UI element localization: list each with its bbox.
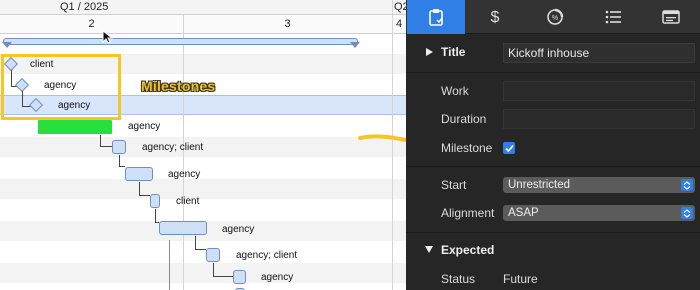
start-select[interactable]: Unrestricted bbox=[503, 177, 695, 193]
dependency-connector bbox=[119, 155, 125, 167]
stepper-icon bbox=[681, 179, 693, 191]
milestone-label: Milestone bbox=[441, 141, 493, 155]
quarter-header-next: Q2 bbox=[392, 0, 406, 15]
gantt-row[interactable] bbox=[0, 158, 406, 178]
list-icon bbox=[605, 10, 621, 24]
duration-label: Duration bbox=[441, 112, 487, 126]
task-bar[interactable] bbox=[233, 270, 246, 284]
status-label: Status bbox=[441, 272, 476, 286]
column-header-2: 2 bbox=[0, 15, 183, 34]
column-label: 3 bbox=[284, 18, 291, 30]
alignment-select-value: ASAP bbox=[508, 207, 539, 219]
task-label: agency bbox=[168, 169, 201, 180]
progress-icon: % bbox=[547, 8, 564, 25]
work-field[interactable] bbox=[503, 81, 695, 101]
alignment-label: Alignment bbox=[441, 206, 495, 220]
divider bbox=[406, 232, 700, 233]
note-icon bbox=[662, 10, 680, 24]
dependency-connector bbox=[139, 182, 150, 196]
column-label: 2 bbox=[88, 18, 95, 30]
task-bar[interactable] bbox=[112, 140, 126, 154]
gantt-chart[interactable]: Q1 / 2025 Q2 2 3 4 client agency agency … bbox=[0, 0, 406, 290]
task-label: agency; client bbox=[142, 142, 204, 153]
svg-text:$: $ bbox=[491, 9, 500, 26]
dependency-connector bbox=[195, 236, 206, 250]
dollar-icon: $ bbox=[491, 9, 500, 26]
divider bbox=[406, 166, 700, 167]
dependency-connector bbox=[155, 209, 159, 223]
column-header-3: 3 bbox=[183, 15, 392, 34]
summary-bar-start-cap bbox=[2, 42, 12, 48]
today-line bbox=[169, 240, 170, 290]
expand-triangle-icon[interactable] bbox=[425, 246, 433, 253]
tab-notes[interactable] bbox=[642, 0, 700, 34]
quarter-label-next: Q2 bbox=[394, 1, 406, 13]
column-label: 4 bbox=[395, 18, 403, 30]
stepper-icon bbox=[681, 207, 693, 219]
svg-text:%: % bbox=[552, 15, 558, 22]
task-bar[interactable] bbox=[150, 194, 160, 208]
task-bar[interactable] bbox=[159, 221, 207, 235]
duration-field[interactable] bbox=[503, 109, 695, 129]
gantt-row[interactable] bbox=[0, 200, 406, 220]
clipboard-icon bbox=[429, 9, 443, 26]
collapse-triangle-icon[interactable] bbox=[426, 48, 433, 56]
dependency-connector bbox=[100, 135, 112, 147]
start-select-value: Unrestricted bbox=[508, 179, 570, 191]
start-label: Start bbox=[441, 178, 467, 192]
mouse-cursor-icon bbox=[102, 30, 113, 44]
checkmark-icon bbox=[504, 144, 514, 152]
alignment-select[interactable]: ASAP bbox=[503, 205, 695, 221]
tab-resources[interactable] bbox=[584, 0, 642, 34]
task-bar-completed[interactable] bbox=[38, 120, 112, 134]
summary-bar[interactable] bbox=[3, 38, 358, 45]
column-header-4: 4 bbox=[392, 15, 406, 34]
quarter-header: Q1 / 2025 bbox=[0, 0, 392, 15]
milestones-highlight-box bbox=[1, 54, 121, 120]
summary-bar-end-cap bbox=[350, 42, 360, 48]
inspector-panel: $ % Title Kickoff inhouse Work Duration … bbox=[406, 0, 700, 290]
task-label: agency; client bbox=[236, 250, 298, 261]
dependency-connector bbox=[213, 263, 233, 277]
work-label: Work bbox=[441, 84, 469, 98]
task-label: agency bbox=[128, 121, 161, 132]
quarter-label: Q1 / 2025 bbox=[60, 1, 109, 13]
milestones-callout-label: Milestones bbox=[141, 78, 216, 94]
task-label: agency bbox=[222, 224, 255, 235]
task-bar[interactable] bbox=[125, 167, 153, 181]
gantt-row[interactable] bbox=[0, 263, 406, 283]
expected-section-label: Expected bbox=[441, 243, 495, 257]
milestone-checkbox[interactable] bbox=[503, 142, 515, 154]
title-field[interactable]: Kickoff inhouse bbox=[503, 43, 695, 63]
title-section-label: Title bbox=[441, 45, 466, 59]
tab-progress[interactable]: % bbox=[526, 0, 584, 34]
tab-cost[interactable]: $ bbox=[466, 0, 524, 34]
task-label: client bbox=[176, 196, 200, 207]
gantt-row[interactable] bbox=[0, 179, 406, 199]
divider bbox=[406, 72, 700, 73]
task-label: agency bbox=[261, 272, 294, 283]
inspector-tab-bar: $ % bbox=[406, 0, 700, 34]
tab-task-info[interactable] bbox=[407, 0, 465, 34]
task-bar[interactable] bbox=[206, 248, 220, 262]
status-value: Future bbox=[503, 272, 538, 286]
